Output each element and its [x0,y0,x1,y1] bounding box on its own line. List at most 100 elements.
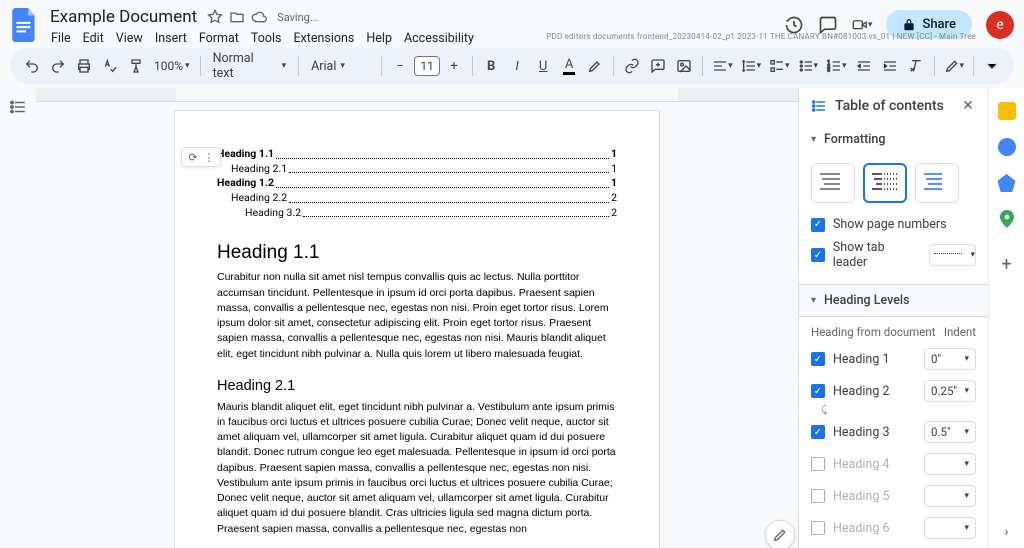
align-button[interactable]: ▾ [709,53,735,79]
menu-insert[interactable]: Insert [150,29,192,48]
toc-style-dotted[interactable] [863,163,907,203]
bold-button[interactable]: B [479,53,503,79]
toc-entry[interactable]: Heading 1.11 [217,147,617,162]
chevron-down-icon: ▾ [811,134,816,145]
keep-icon[interactable] [998,102,1016,120]
contacts-icon[interactable] [998,174,1016,192]
redo-button[interactable] [46,53,70,79]
menu-extensions[interactable]: Extensions [288,29,359,48]
version-metadata: PDD editors documents frontend_20230414-… [546,32,976,41]
font-size-increase[interactable]: + [442,53,466,79]
menu-file[interactable]: File [46,29,76,48]
heading-2[interactable]: Heading 2.1 [217,378,617,394]
heading-level-row[interactable]: Heading 4▾ [799,448,988,480]
menu-help[interactable]: Help [361,29,397,48]
chevron-down-icon: ▾ [811,295,816,306]
hide-side-panel-icon[interactable]: › [1004,524,1008,540]
insert-comment-button[interactable] [646,53,670,79]
line-spacing-button[interactable]: ▾ [738,53,764,79]
toc-style-plain[interactable] [811,163,855,203]
menubar: File Edit View Insert Format Tools Exten… [46,29,479,48]
indent-select[interactable]: ▾ [924,517,976,539]
tasks-icon[interactable] [998,138,1016,156]
document-outline-icon[interactable] [9,98,27,116]
toc-more-icon[interactable]: ⋮ [202,150,216,164]
underline-button[interactable]: U [531,53,555,79]
toc-entry[interactable]: Heading 2.11 [217,162,617,177]
account-avatar[interactable]: e [986,11,1014,39]
heading-levels-section-header[interactable]: ▾ Heading Levels [799,284,988,317]
toc-entry[interactable]: Heading 3.22 [217,206,617,221]
toc-entry[interactable]: Heading 2.22 [217,191,617,206]
toc-entry[interactable]: Heading 1.21 [217,176,617,191]
toc-refresh-icon[interactable]: ⟳ [186,150,200,164]
indent-select[interactable]: 0"▾ [924,348,976,370]
document-canvas[interactable]: ⟳ ⋮ Heading 1.11Heading 2.11Heading 1.21… [36,88,798,548]
checklist-button[interactable]: ▾ [766,53,792,79]
print-button[interactable] [72,53,96,79]
indent-select[interactable]: 0.25"▾ [924,380,976,402]
menu-view[interactable]: View [111,29,148,48]
get-addons-icon[interactable]: + [1001,254,1011,275]
paint-format-button[interactable] [124,53,148,79]
heading-level-row[interactable]: ✓Heading 10"▾ [799,343,988,375]
bulleted-list-button[interactable]: ▾ [795,53,821,79]
heading-from-doc-label: Heading from document [811,325,935,339]
menu-accessibility[interactable]: Accessibility [399,29,479,48]
star-icon[interactable] [207,9,223,25]
collapse-toolbar-button[interactable] [980,53,1004,79]
editing-mode-button[interactable]: ▾ [941,53,967,79]
checkbox-unchecked-icon [811,521,825,535]
menu-format[interactable]: Format [194,29,244,48]
page[interactable]: ⟳ ⋮ Heading 1.11Heading 2.11Heading 1.21… [174,110,660,548]
menu-edit[interactable]: Edit [78,29,109,48]
font-size-input[interactable]: 11 [414,56,440,76]
toc-element-toolbar: ⟳ ⋮ [181,147,221,167]
body-paragraph[interactable]: Mauris blandit aliquet elit, eget tincid… [217,400,617,537]
indent-increase-button[interactable] [878,53,902,79]
indent-select[interactable]: ▾ [924,453,976,475]
table-of-contents-element[interactable]: ⟳ ⋮ Heading 1.11Heading 2.11Heading 1.21… [217,147,617,220]
heading-1[interactable]: Heading 1.1 [217,242,617,264]
horizontal-ruler[interactable] [36,88,798,102]
close-sidebar-icon[interactable]: ✕ [960,98,976,114]
formatting-section-header[interactable]: ▾ Formatting [799,124,988,155]
toc-style-links[interactable] [915,163,959,203]
toc-sidebar: Table of contents ✕ ▾ Formatting ✓ Show … [798,88,988,548]
font-size-decrease[interactable]: − [388,53,412,79]
indent-select[interactable]: ▾ [924,485,976,507]
numbered-list-button[interactable]: 123▾ [823,53,849,79]
checkbox-unchecked-icon [811,489,825,503]
spellcheck-button[interactable] [98,53,122,79]
checkbox-unchecked-icon [811,457,825,471]
highlight-color-button[interactable] [583,53,607,79]
font-family-select[interactable]: Arial▾ [305,59,375,74]
show-page-numbers-checkbox[interactable]: ✓ Show page numbers [799,213,988,236]
paragraph-style-select[interactable]: Normal text▾ [207,51,293,81]
body-paragraph[interactable]: Curabitur non nulla sit amet nisl tempus… [217,270,617,361]
document-title[interactable]: Example Document [46,6,201,28]
docs-app-icon[interactable] [10,6,40,44]
insert-image-button[interactable] [672,53,696,79]
zoom-select[interactable]: 100%▾ [150,59,194,73]
menu-tools[interactable]: Tools [246,29,287,48]
heading-level-row[interactable]: Heading 6▾ [799,512,988,544]
text-color-button[interactable]: A [557,53,581,79]
move-icon[interactable] [229,9,245,25]
maps-icon[interactable] [998,210,1016,228]
heading-level-row[interactable]: Heading 5▾ [799,480,988,512]
tab-leader-style-select[interactable]: ▾ [929,244,976,266]
indent-decrease-button[interactable] [852,53,876,79]
heading-level-row[interactable]: ✓Heading 20.25"▾ [799,375,988,407]
cloud-status-icon[interactable] [251,9,267,25]
indent-select[interactable]: 0.5"▾ [924,421,976,443]
undo-button[interactable] [20,53,44,79]
explore-button[interactable] [765,520,795,548]
show-tab-leader-checkbox[interactable]: ✓ Show tab leader ▾ [799,236,988,274]
heading-level-row[interactable]: ✓Heading 30.5"▾ [799,416,988,448]
insert-link-button[interactable] [620,53,644,79]
checkbox-checked-icon: ✓ [811,384,825,398]
sidebar-title: Table of contents [835,98,944,114]
clear-formatting-button[interactable] [904,53,928,79]
italic-button[interactable]: I [505,53,529,79]
